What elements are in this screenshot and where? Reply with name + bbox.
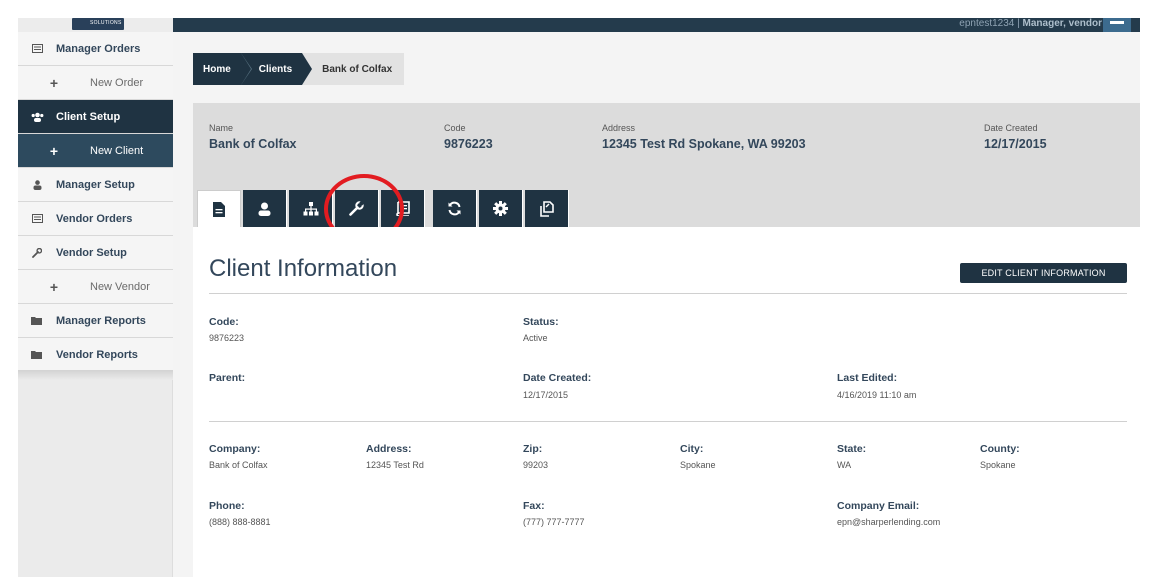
divider [209,421,1127,422]
field-phone-label: Phone: [209,500,245,512]
sidebar-item-manager-orders[interactable]: Manager Orders [18,32,173,66]
field-last-edited: 4/16/2019 11:10 am [837,390,917,400]
field-address-label: Address: [366,443,412,455]
summary-address-label: Address [602,123,636,133]
folder-icon [18,350,56,359]
breadcrumb-label: Bank of Colfax [322,63,393,75]
field-code: 9876223 [209,333,245,343]
logo-text: SOLUTIONS [90,20,122,26]
page: epntest1234 | Manager, vendor SOLUTIONS … [0,0,1150,577]
sidebar-item-label: Client Setup [56,110,121,123]
sidebar-item-vendor-orders[interactable]: Vendor Orders [18,202,173,236]
summary-date-label: Date Created [984,123,1038,133]
plus-icon: + [49,142,59,159]
user-icon [258,202,271,216]
summary-code: 9876223 [444,137,493,151]
summary-address: 12345 Test Rd Spokane, WA 99203 [602,137,806,151]
sidebar-item-manager-reports[interactable]: Manager Reports [18,304,173,338]
sidebar-item-label: Manager Orders [56,42,141,55]
breadcrumb-current: Bank of Colfax [302,53,405,85]
field-code-label: Code: [209,316,239,328]
sidebar-divider [18,370,173,380]
copy-icon [539,200,554,217]
wrench-icon [18,247,56,258]
user-name: epntest1234 [959,18,1015,29]
sitemap-icon [303,201,318,215]
tab-sync[interactable] [433,190,477,227]
field-status-label: Status: [523,316,559,328]
sidebar-item-label: New Client [90,144,144,157]
summary-date: 12/17/2015 [984,137,1047,151]
sidebar-item-label: New Vendor [90,280,150,293]
edit-client-information-button[interactable]: EDIT CLIENT INFORMATION [960,263,1127,283]
sidebar-item-label: Manager Setup [56,178,135,191]
sidebar-item-label: Vendor Reports [56,348,138,361]
sidebar-item-client-setup[interactable]: Client Setup [18,100,173,134]
list-icon [18,44,56,53]
users-icon [18,112,56,122]
sidebar-item-manager-setup[interactable]: Manager Setup [18,168,173,202]
panel-title: Client Information [209,255,398,282]
folder-icon [18,316,56,325]
field-status: Active [523,333,548,343]
field-fax-label: Fax: [523,500,545,512]
chevron-right-icon [240,53,252,85]
sidebar-item-label: Manager Reports [56,314,146,327]
field-company: Bank of Colfax [209,460,268,470]
field-email: epn@sharperlending.com [837,517,941,527]
sidebar-item-label: Vendor Orders [56,212,133,225]
refresh-icon [448,201,461,216]
field-county-label: County: [980,443,1020,455]
tab-configuration[interactable] [479,190,523,227]
hamburger-icon [1110,21,1124,24]
sidebar-item-new-order[interactable]: + New Order [18,66,173,100]
plus-icon: + [49,278,59,295]
user-roles: Manager, vendor [1022,18,1102,29]
field-address: 12345 Test Rd [366,460,424,470]
sidebar-item-new-vendor[interactable]: + New Vendor [18,270,173,304]
list-icon [18,214,56,223]
field-date-created: 12/17/2015 [523,390,569,400]
field-phone: (888) 888-8881 [209,517,271,527]
field-fax: (777) 777-7777 [523,517,585,527]
field-zip-label: Zip: [523,443,543,455]
sidebar-item-new-client[interactable]: + New Client [18,134,173,168]
tab-users[interactable] [243,190,287,227]
summary-name-label: Name [209,123,234,133]
sidebar-nav: Manager Orders + New Order Client Setup … [18,32,173,372]
tab-documents[interactable] [525,190,569,227]
field-parent-label: Parent: [209,372,246,384]
field-last-edited-label: Last Edited: [837,372,898,384]
sidebar-item-label: Vendor Setup [56,246,127,259]
summary-code-label: Code [444,123,466,133]
gear-icon [493,201,508,216]
breadcrumb: Home Clients Bank of Colfax [193,53,405,85]
field-city: Spokane [680,460,716,470]
breadcrumb-label: Clients [258,63,293,75]
field-zip: 99203 [523,460,549,470]
field-date-created-label: Date Created: [523,372,592,384]
plus-icon: + [49,74,59,91]
summary-name: Bank of Colfax [209,137,297,151]
divider [209,293,1127,294]
user-separator: | [1017,18,1020,29]
field-state: WA [837,460,852,470]
sidebar-item-label: New Order [90,76,144,89]
field-company-label: Company: [209,443,261,455]
user-info[interactable]: epntest1234 | Manager, vendor [959,18,1102,30]
field-county: Spokane [980,460,1016,470]
user-icon [18,179,56,190]
breadcrumb-label: Home [203,63,231,75]
field-state-label: State: [837,443,867,455]
field-city-label: City: [680,443,704,455]
breadcrumb-home[interactable]: Home [193,53,252,85]
sidebar-item-vendor-setup[interactable]: Vendor Setup [18,236,173,270]
tab-client-information[interactable] [197,190,241,227]
document-icon [213,201,225,217]
sidebar-item-vendor-reports[interactable]: Vendor Reports [18,338,173,372]
field-email-label: Company Email: [837,500,920,512]
